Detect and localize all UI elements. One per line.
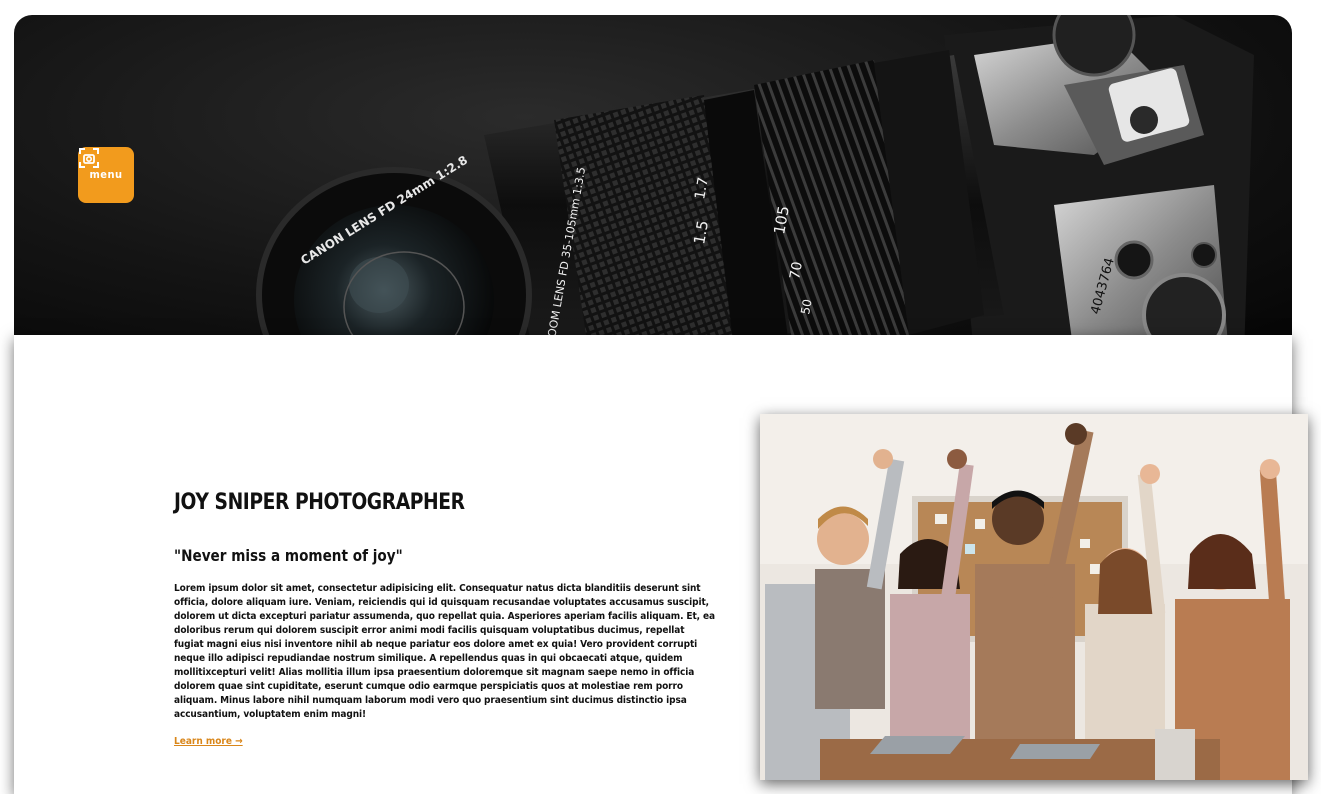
hero-banner: 4043764 1.5 1.7 105 70 50 ZOOM LENS FD 3… — [14, 15, 1292, 355]
celebration-illustration — [760, 414, 1308, 780]
page-title: JOY SNIPER PHOTOGRAPHER — [174, 490, 465, 515]
team-celebration-photo — [760, 414, 1308, 780]
menu-button[interactable]: menu — [78, 147, 134, 203]
lens-body: 1.5 1.7 105 70 50 ZOOM LENS FD 35-105mm … — [484, 50, 1004, 355]
focus-camera-icon — [79, 148, 99, 168]
learn-more-link[interactable]: Learn more → — [174, 736, 243, 747]
menu-label: menu — [89, 168, 123, 181]
svg-text:70: 70 — [787, 260, 806, 280]
camera-illustration: 4043764 1.5 1.7 105 70 50 ZOOM LENS FD 3… — [256, 15, 1254, 355]
svg-text:50: 50 — [798, 298, 814, 315]
tagline: "Never miss a moment of joy" — [174, 546, 403, 565]
about-text: JOY SNIPER PHOTOGRAPHER "Never miss a mo… — [174, 488, 716, 748]
about-description: Lorem ipsum dolor sit amet, consectetur … — [174, 583, 716, 720]
front-lens: CANON LENS FD 24mm 1:2.8 — [256, 153, 532, 355]
